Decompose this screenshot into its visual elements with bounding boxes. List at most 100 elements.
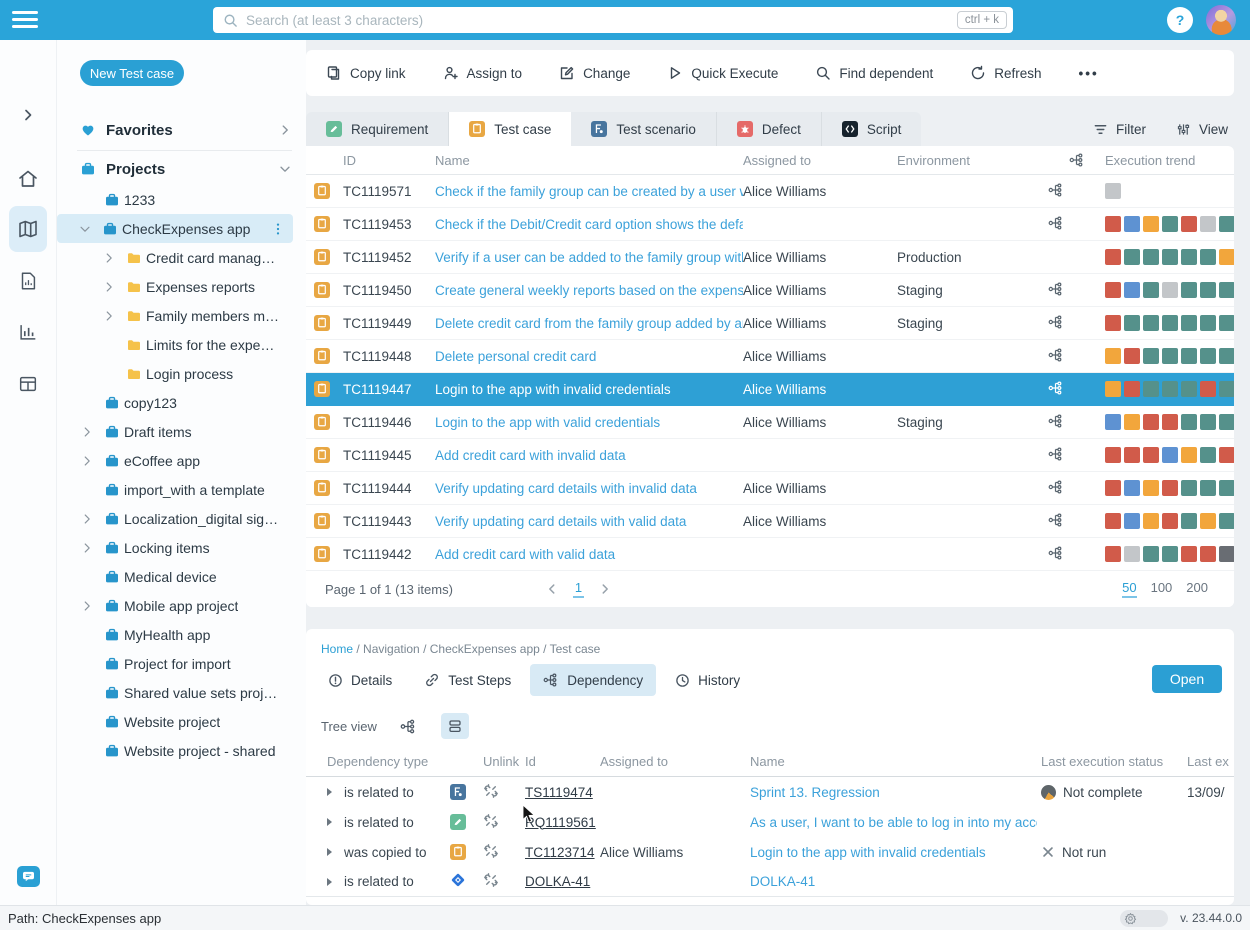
current-page[interactable]: 1 bbox=[573, 580, 584, 598]
open-button[interactable]: Open bbox=[1152, 665, 1222, 693]
sidebar-item[interactable]: Locking items bbox=[57, 533, 306, 562]
sidebar-item[interactable]: Mobile app project bbox=[57, 591, 306, 620]
chat-support-icon[interactable] bbox=[17, 866, 40, 887]
projects-section[interactable]: Projects bbox=[80, 155, 292, 183]
tab-defect[interactable]: Defect bbox=[717, 112, 822, 146]
table-row[interactable]: TC1119447Login to the app with invalid c… bbox=[306, 373, 1234, 406]
sidebar-item[interactable]: eCoffee app bbox=[57, 446, 306, 475]
sidebar-item[interactable]: Shared value sets proj… bbox=[57, 678, 306, 707]
breadcrumb-item[interactable]: Home bbox=[321, 642, 353, 656]
chevron-right-icon[interactable] bbox=[79, 541, 95, 555]
dep-id-link[interactable]: DOLKA-41 bbox=[525, 874, 590, 889]
unlink-icon[interactable] bbox=[483, 813, 499, 829]
report-document-icon[interactable] bbox=[0, 266, 56, 296]
new-test-case-button[interactable]: New Test case bbox=[80, 60, 184, 86]
more-actions-button[interactable]: ••• bbox=[1079, 66, 1099, 81]
help-button[interactable]: ? bbox=[1167, 7, 1193, 33]
sidebar-item[interactable]: import_with a template bbox=[57, 475, 306, 504]
quick-execute-button[interactable]: Quick Execute bbox=[667, 65, 778, 81]
chevron-right-icon[interactable] bbox=[79, 425, 95, 439]
chevron-right-icon[interactable] bbox=[101, 280, 117, 294]
unlink-icon[interactable] bbox=[483, 783, 499, 799]
cell-name-link[interactable]: Verify if a user can be added to the fam… bbox=[435, 250, 743, 265]
cell-name-link[interactable]: Add credit card with valid data bbox=[435, 547, 743, 562]
table-row[interactable]: TC1119448Delete personal credit cardAlic… bbox=[306, 340, 1234, 373]
page-size-200[interactable]: 200 bbox=[1186, 580, 1208, 598]
chevron-down-icon[interactable] bbox=[278, 162, 292, 176]
chevron-right-icon[interactable] bbox=[101, 251, 117, 265]
table-row[interactable]: TC1119571Check if the family group can b… bbox=[306, 175, 1234, 208]
table-row[interactable]: TC1119444Verify updating card details wi… bbox=[306, 472, 1234, 505]
kebab-menu-icon[interactable] bbox=[271, 222, 285, 236]
sidebar-item[interactable]: Medical device bbox=[57, 562, 306, 591]
chevron-right-icon[interactable] bbox=[79, 512, 95, 526]
cell-name-link[interactable]: Login to the app with valid credentials bbox=[435, 415, 743, 430]
dep-name-link[interactable]: DOLKA-41 bbox=[750, 874, 815, 889]
assign-to-button[interactable]: Assign to bbox=[443, 65, 523, 81]
cell-name-link[interactable]: Verify updating card details with valid … bbox=[435, 514, 743, 529]
cell-name-link[interactable]: Delete personal credit card bbox=[435, 349, 743, 364]
caret-right-icon[interactable] bbox=[327, 848, 332, 856]
refresh-button[interactable]: Refresh bbox=[970, 65, 1041, 81]
tree-view-icon[interactable] bbox=[395, 713, 423, 739]
detail-tab-dependency[interactable]: Dependency bbox=[530, 664, 656, 696]
view-button[interactable]: View bbox=[1176, 122, 1228, 137]
cell-name-link[interactable]: Add credit card with invalid data bbox=[435, 448, 743, 463]
dep-id-link[interactable]: TS1119474 bbox=[525, 785, 593, 800]
tab-test-scenario[interactable]: Test scenario bbox=[571, 112, 717, 146]
chevron-right-icon[interactable] bbox=[79, 454, 95, 468]
sidebar-item[interactable]: Expenses reports bbox=[57, 272, 306, 301]
table-row[interactable]: TC1119450Create general weekly reports b… bbox=[306, 274, 1234, 307]
cell-name-link[interactable]: Verify updating card details with invali… bbox=[435, 481, 743, 496]
dep-id-link[interactable]: RQ1119561 bbox=[525, 815, 596, 830]
table-row[interactable]: TC1119453Check if the Debit/Credit card … bbox=[306, 208, 1234, 241]
change-button[interactable]: Change bbox=[559, 65, 630, 81]
dependency-row[interactable]: is related toTS1119474Sprint 13. Regress… bbox=[306, 777, 1234, 807]
sidebar-item[interactable]: Project for import bbox=[57, 649, 306, 678]
sidebar-item[interactable]: CheckExpenses app bbox=[57, 214, 293, 243]
detail-tab-history[interactable]: History bbox=[662, 664, 753, 696]
cell-name-link[interactable]: Check if the Debit/Credit card option sh… bbox=[435, 217, 743, 232]
page-size-100[interactable]: 100 bbox=[1151, 580, 1173, 598]
find-dependent-button[interactable]: Find dependent bbox=[815, 65, 933, 81]
tab-script[interactable]: Script bbox=[822, 112, 922, 146]
expand-panel-chevron-icon[interactable] bbox=[0, 100, 56, 130]
table-row[interactable]: TC1119443Verify updating card details wi… bbox=[306, 505, 1234, 538]
dep-name-link[interactable]: As a user, I want to be able to log in i… bbox=[750, 815, 1037, 830]
sidebar-item[interactable]: MyHealth app bbox=[57, 620, 306, 649]
chevron-right-icon[interactable] bbox=[101, 309, 117, 323]
sidebar-item[interactable]: Credit card manag… bbox=[57, 243, 306, 272]
list-view-icon[interactable] bbox=[441, 713, 469, 739]
settings-pill[interactable] bbox=[1120, 910, 1168, 927]
analytics-chart-icon[interactable] bbox=[0, 317, 56, 347]
col-name[interactable]: Name bbox=[435, 153, 743, 168]
col-environment[interactable]: Environment bbox=[897, 153, 1048, 168]
prev-page-icon[interactable] bbox=[545, 582, 559, 596]
chevron-down-icon[interactable] bbox=[77, 222, 93, 236]
cell-name-link[interactable]: Create general weekly reports based on t… bbox=[435, 283, 743, 298]
chevron-right-icon[interactable] bbox=[79, 599, 95, 613]
sidebar-item[interactable]: 1233 bbox=[57, 185, 306, 214]
copy-link-button[interactable]: Copy link bbox=[326, 65, 406, 81]
grid-table-icon[interactable] bbox=[0, 369, 56, 399]
sidebar-item[interactable]: copy123 bbox=[57, 388, 306, 417]
global-search-input[interactable]: Search (at least 3 characters) ctrl + k bbox=[213, 7, 1013, 33]
next-page-icon[interactable] bbox=[598, 582, 612, 596]
caret-right-icon[interactable] bbox=[327, 818, 332, 826]
hamburger-menu-icon[interactable] bbox=[12, 11, 38, 29]
unlink-icon[interactable] bbox=[483, 843, 499, 859]
col-execution-trend[interactable]: Execution trend bbox=[1105, 153, 1234, 168]
sidebar-item[interactable]: Login process bbox=[57, 359, 306, 388]
sidebar-item[interactable]: Localization_digital sig… bbox=[57, 504, 306, 533]
projects-map-icon[interactable] bbox=[0, 214, 56, 244]
filter-button[interactable]: Filter bbox=[1093, 122, 1146, 137]
cell-name-link[interactable]: Login to the app with invalid credential… bbox=[435, 382, 743, 397]
chevron-right-icon[interactable] bbox=[278, 123, 292, 137]
tab-test-case[interactable]: Test case bbox=[449, 112, 571, 146]
sidebar-item[interactable]: Family members m… bbox=[57, 301, 306, 330]
caret-right-icon[interactable] bbox=[327, 788, 332, 796]
dep-id-link[interactable]: TC1123714 bbox=[525, 845, 595, 860]
sidebar-item[interactable]: Website project bbox=[57, 707, 306, 736]
table-row[interactable]: TC1119449Delete credit card from the fam… bbox=[306, 307, 1234, 340]
dependency-row[interactable]: is related toRQ1119561As a user, I want … bbox=[306, 807, 1234, 837]
